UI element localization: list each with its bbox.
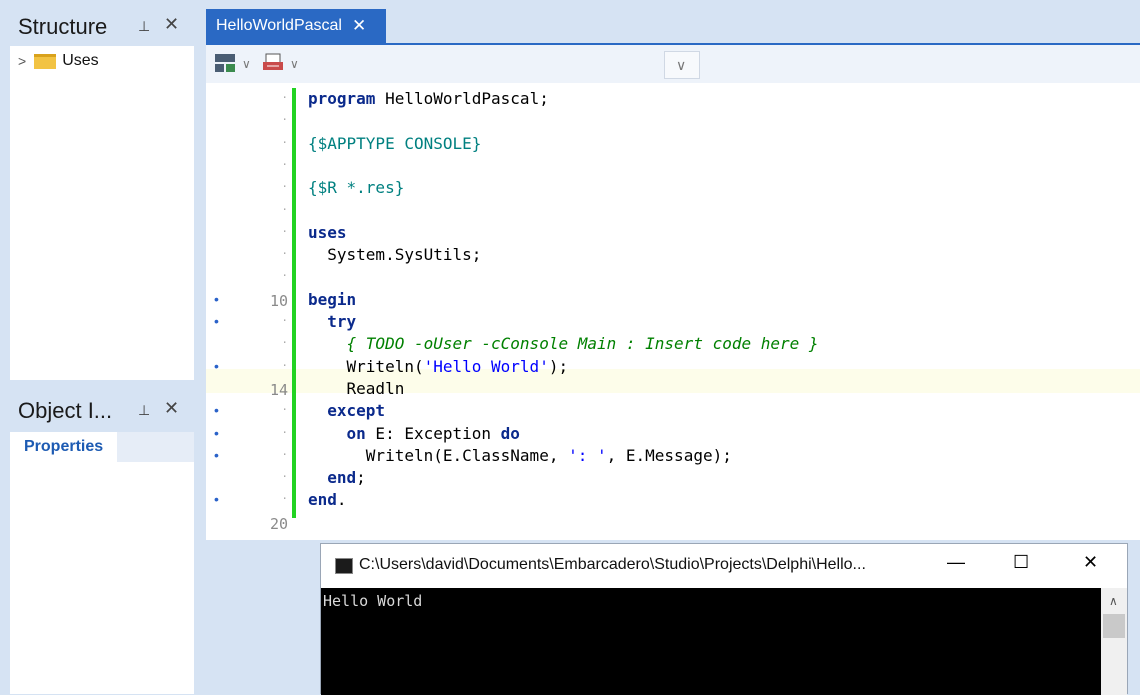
structure-tree: > Uses: [10, 46, 194, 380]
tab-label: HelloWorldPascal: [216, 17, 342, 34]
structure-close-icon[interactable]: ✕: [164, 14, 179, 35]
line-number: ·: [281, 202, 288, 216]
breakpoint-marker[interactable]: •: [214, 291, 219, 307]
line-number: ·: [281, 91, 288, 104]
maximize-button[interactable]: ☐: [1013, 552, 1029, 573]
minimize-button[interactable]: —: [947, 552, 965, 573]
pin-icon[interactable]: ⊥: [138, 402, 150, 419]
tree-item-uses[interactable]: > Uses: [18, 52, 99, 70]
code-line[interactable]: { TODO -oUser -cConsole Main : Insert co…: [308, 334, 819, 353]
line-number: ·: [281, 447, 288, 461]
line-number: ·: [281, 403, 288, 417]
chevron-down-icon[interactable]: ∨: [242, 57, 251, 71]
line-number: ·: [281, 336, 288, 350]
line-number: 20: [269, 514, 288, 533]
console-app-icon: [335, 558, 353, 574]
console-scrollbar[interactable]: ∧: [1101, 588, 1127, 695]
code-view-icon[interactable]: [262, 53, 284, 78]
editor-toolbar: ∨ ∨ ∨: [206, 45, 1140, 83]
dropdown-box[interactable]: ∨: [664, 51, 700, 79]
breakpoint-marker[interactable]: •: [214, 358, 219, 374]
line-number: ·: [281, 157, 288, 171]
line-number: ·: [281, 269, 288, 283]
code-line[interactable]: except: [308, 401, 385, 420]
breakpoint-marker[interactable]: •: [214, 425, 219, 441]
line-number: ·: [281, 135, 288, 149]
code-line[interactable]: on E: Exception do: [308, 424, 520, 443]
structure-title: Structure: [18, 14, 108, 39]
chevron-down-icon: ∨: [676, 57, 687, 73]
console-output-text: Hello World: [323, 592, 423, 610]
change-bar: [292, 88, 296, 518]
code-line[interactable]: program HelloWorldPascal;: [308, 89, 549, 108]
line-number: ·: [281, 425, 288, 439]
object-inspector-close-icon[interactable]: ✕: [164, 398, 179, 419]
line-number: ·: [281, 314, 288, 327]
code-line[interactable]: uses: [308, 223, 347, 242]
line-number: ·: [281, 224, 288, 238]
code-line[interactable]: {$APPTYPE CONSOLE}: [308, 134, 481, 153]
line-number: ·: [281, 113, 288, 127]
breakpoint-marker[interactable]: •: [214, 491, 219, 507]
code-line[interactable]: try: [308, 312, 356, 331]
line-number: 14: [269, 380, 288, 399]
tree-item-label: Uses: [62, 52, 99, 69]
pin-icon[interactable]: ⊥: [138, 18, 150, 35]
tab-close-icon[interactable]: ✕: [352, 16, 366, 36]
scroll-thumb[interactable]: [1103, 614, 1125, 638]
line-number: ·: [281, 180, 288, 194]
code-line[interactable]: Readln: [308, 379, 405, 398]
breakpoint-marker[interactable]: •: [214, 402, 219, 418]
console-output: Hello World: [321, 588, 1101, 695]
line-number: 10: [269, 291, 288, 310]
folder-icon: [34, 53, 57, 69]
chevron-down-icon[interactable]: ∨: [290, 57, 299, 71]
tab-properties[interactable]: Properties: [10, 432, 118, 462]
line-number: ·: [281, 358, 288, 372]
code-line[interactable]: System.SysUtils;: [308, 245, 481, 264]
object-inspector-title: Object I...: [18, 398, 113, 423]
object-inspector-body: [10, 432, 194, 694]
console-title: C:\Users\david\Documents\Embarcadero\Stu…: [359, 556, 866, 573]
line-number: ·: [281, 492, 288, 506]
form-view-icon[interactable]: [214, 53, 236, 78]
code-line[interactable]: {$R *.res}: [308, 178, 404, 197]
scroll-up-icon[interactable]: ∧: [1109, 594, 1118, 608]
code-line[interactable]: Writeln('Hello World');: [308, 357, 569, 376]
console-window[interactable]: C:\Users\david\Documents\Embarcadero\Stu…: [320, 543, 1128, 695]
left-dock: Structure ⊥ ✕ > Uses Object I... ⊥ ✕ Pro…: [0, 0, 206, 694]
breakpoint-marker[interactable]: •: [214, 447, 219, 463]
code-line[interactable]: end;: [308, 468, 366, 487]
close-button[interactable]: ✕: [1083, 552, 1098, 573]
code-editor[interactable]: · program HelloWorldPascal; · · {$APPTYPE CO…: [206, 83, 1140, 540]
breakpoint-marker[interactable]: •: [214, 313, 219, 329]
line-number: ·: [281, 247, 288, 261]
tab-hello-world-pascal[interactable]: HelloWorldPascal ✕: [206, 9, 386, 43]
code-line[interactable]: Writeln(E.ClassName, ': ', E.Message);: [308, 446, 732, 465]
code-line[interactable]: end.: [308, 490, 347, 509]
line-number: ·: [281, 470, 288, 484]
chevron-right-icon[interactable]: >: [18, 53, 26, 69]
code-line[interactable]: begin: [308, 290, 356, 309]
